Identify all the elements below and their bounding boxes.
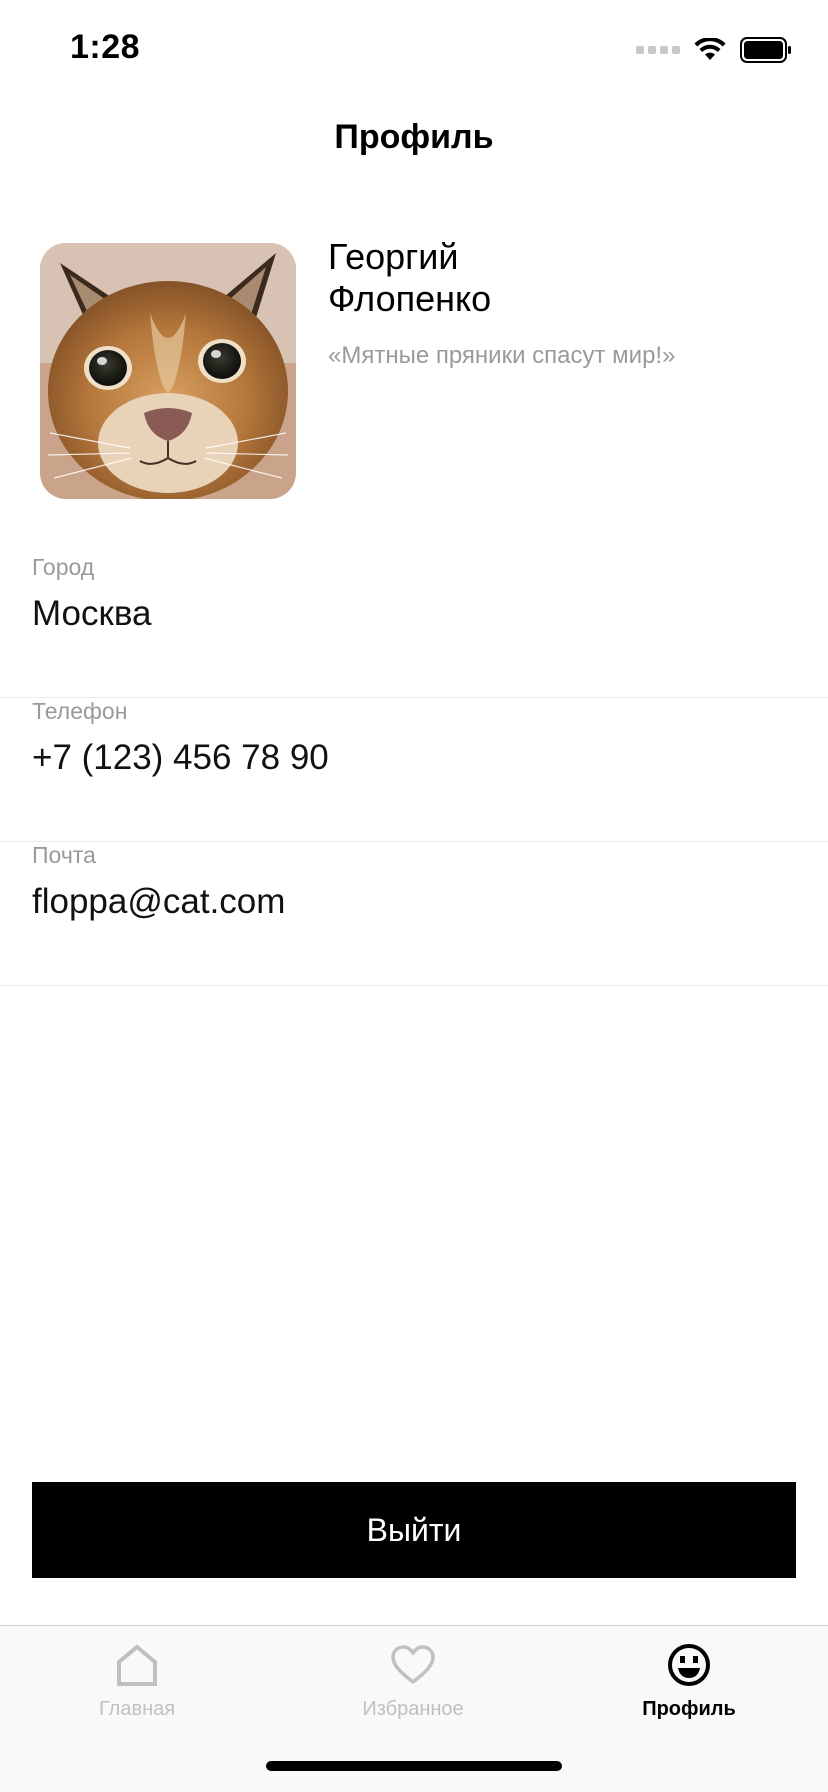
- tab-home[interactable]: Главная: [37, 1640, 237, 1740]
- heart-icon: [390, 1640, 436, 1690]
- profile-name: Георгий Флопенко: [328, 236, 788, 320]
- wifi-icon: [694, 38, 726, 62]
- info-row-email: Почта floppa@cat.com: [0, 842, 828, 986]
- phone-label: Телефон: [32, 698, 128, 724]
- profile-quote: «Мятные пряники спасут мир!»: [328, 342, 676, 369]
- page-title: Профиль: [334, 118, 494, 156]
- first-name: Георгий: [328, 236, 459, 277]
- tab-bar: Главная Избранное Профиль: [0, 1625, 828, 1792]
- info-row-city: Город Москва: [0, 554, 828, 698]
- city-value: Москва: [32, 594, 152, 633]
- info-row-phone: Телефон +7 (123) 456 78 90: [0, 698, 828, 842]
- status-time: 1:28: [70, 28, 141, 66]
- status-icons: [636, 36, 792, 64]
- tab-favorites-label: Избранное: [362, 1698, 464, 1720]
- tab-profile[interactable]: Профиль: [589, 1640, 789, 1740]
- last-name: Флопенко: [328, 278, 492, 319]
- cellular-signal-icon: [636, 46, 680, 54]
- avatar: [40, 243, 296, 499]
- email-label: Почта: [32, 842, 96, 868]
- status-bar: 1:28: [0, 0, 828, 100]
- city-label: Город: [32, 554, 95, 580]
- home-indicator[interactable]: [266, 1761, 562, 1771]
- logout-button[interactable]: Выйти: [32, 1482, 796, 1578]
- smiley-icon: [667, 1640, 711, 1690]
- tab-home-label: Главная: [98, 1698, 176, 1720]
- phone-value: +7 (123) 456 78 90: [32, 738, 329, 777]
- tab-profile-label: Профиль: [642, 1698, 736, 1720]
- email-value: floppa@cat.com: [32, 882, 286, 921]
- home-icon: [115, 1640, 159, 1690]
- tab-favorites[interactable]: Избранное: [313, 1640, 513, 1740]
- battery-icon: [740, 37, 792, 63]
